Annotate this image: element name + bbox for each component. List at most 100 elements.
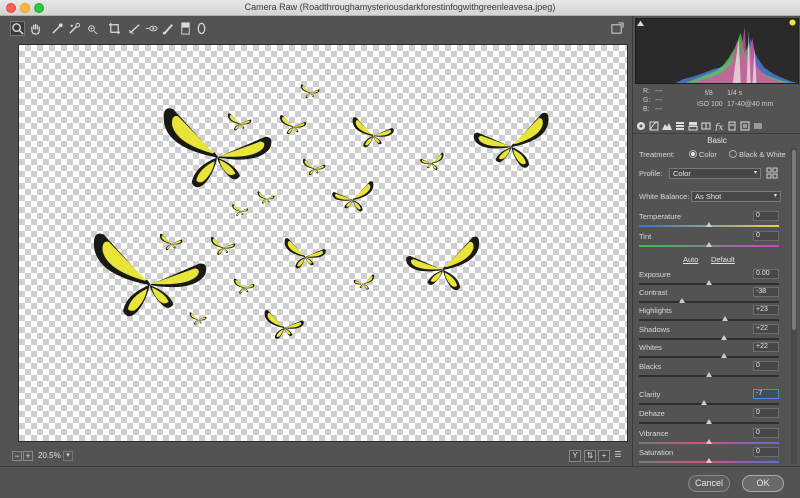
slider-track[interactable] (639, 301, 779, 303)
slider-value-field[interactable]: +23 (753, 305, 779, 315)
toolbar (0, 16, 632, 42)
slider-saturation[interactable]: Saturation 0 (639, 447, 779, 467)
hand-tool[interactable] (28, 21, 43, 36)
copy-settings-button[interactable]: + (598, 450, 610, 462)
sliders-icon: ☰ (614, 450, 622, 459)
hsl-icon (676, 122, 684, 130)
slider-whites[interactable]: Whites +22 (639, 342, 779, 362)
tab-tone-curve[interactable] (648, 120, 660, 132)
slider-value-field[interactable]: -7 (753, 389, 779, 399)
slider-thumb[interactable] (706, 372, 712, 377)
before-after-toggle[interactable]: Y (569, 450, 581, 462)
adjustment-brush-tool[interactable] (161, 21, 176, 36)
slider-label: Clarity (639, 390, 661, 399)
aperture-icon (637, 122, 645, 130)
slider-value-field[interactable]: 0 (753, 428, 779, 438)
tab-effects[interactable]: fx (713, 120, 725, 132)
slider-value-field[interactable]: 0 (753, 361, 779, 371)
slider-blacks[interactable]: Blacks 0 (639, 361, 779, 381)
zoom-tool[interactable] (10, 21, 25, 36)
crop-tool[interactable] (107, 21, 122, 36)
slider-thumb[interactable] (701, 400, 708, 405)
butterfly (189, 312, 207, 325)
slider-value-field[interactable]: 0 (753, 408, 779, 418)
shadow-clipping-warning-icon[interactable] (637, 19, 644, 26)
white-balance-tool[interactable] (50, 21, 65, 36)
scrollbar-thumb[interactable] (792, 150, 796, 330)
treatment-color-radio[interactable]: Color (689, 150, 717, 159)
tab-camera-calibration[interactable] (726, 120, 738, 132)
white-balance-dropdown[interactable]: As Shot ▾ (691, 191, 781, 202)
ok-button[interactable]: OK (742, 475, 784, 492)
highlight-clipping-warning-icon[interactable] (789, 19, 796, 26)
zoom-out-button[interactable]: − (12, 451, 22, 461)
slider-tint[interactable]: Tint 0 (639, 231, 779, 251)
color-sampler-tool[interactable] (67, 21, 82, 36)
default-button[interactable]: Default (711, 255, 735, 264)
slider-highlights[interactable]: Highlights +23 (639, 305, 779, 325)
slider-track[interactable] (639, 338, 779, 340)
slider-thumb[interactable] (721, 353, 728, 358)
section-title: Basic (707, 136, 727, 145)
auto-button[interactable]: Auto (683, 255, 698, 264)
tab-hsl[interactable] (674, 120, 686, 132)
slider-thumb[interactable] (706, 458, 712, 463)
pixel-info: R: --- G: --- B: --- f/8 1/4 s ISO 100 1… (643, 88, 774, 113)
split-toning-icon (688, 122, 698, 131)
treatment-bw-radio[interactable]: Black & White (729, 150, 786, 159)
straighten-tool[interactable] (127, 21, 142, 36)
slider-thumb[interactable] (679, 298, 686, 303)
slider-value-field[interactable]: 0 (753, 447, 779, 457)
slider-track[interactable] (639, 319, 779, 321)
open-preferences-button[interactable] (610, 21, 625, 36)
graduated-filter-tool[interactable] (178, 21, 193, 36)
slider-thumb[interactable] (722, 316, 729, 321)
slider-thumb[interactable] (706, 419, 712, 424)
swap-settings-button[interactable]: ⇅ (584, 450, 596, 462)
preferences-icon (611, 22, 624, 34)
tab-split-toning[interactable] (687, 120, 699, 132)
toggle-settings-button[interactable]: ☰ (612, 450, 624, 462)
slider-clarity[interactable]: Clarity -7 (639, 389, 779, 409)
slider-thumb[interactable] (721, 335, 728, 340)
butterfly (331, 180, 374, 212)
slider-label: Whites (639, 343, 662, 352)
slider-value-field[interactable]: +22 (753, 324, 779, 334)
slider-thumb[interactable] (706, 280, 712, 285)
radial-filter-tool[interactable] (194, 21, 209, 36)
slider-dehaze[interactable]: Dehaze 0 (639, 408, 779, 428)
slider-thumb[interactable] (706, 222, 712, 227)
slider-value-field[interactable]: 0.00 (753, 269, 779, 279)
zoom-dropdown[interactable]: ▾ (63, 451, 73, 461)
butterfly (159, 233, 183, 251)
butterfly (227, 113, 252, 131)
slider-value-field[interactable]: 0 (753, 231, 779, 241)
mountains-icon (662, 123, 672, 130)
slider-vibrance[interactable]: Vibrance 0 (639, 428, 779, 448)
panel-scrollbar[interactable] (791, 148, 797, 464)
adjustment-brush-icon (162, 24, 173, 35)
slider-thumb[interactable] (706, 242, 712, 247)
profile-dropdown[interactable]: Color ▾ (669, 168, 761, 179)
tab-presets[interactable] (739, 120, 751, 132)
tab-detail[interactable] (661, 120, 673, 132)
tab-lens-corrections[interactable] (700, 120, 712, 132)
tab-snapshots[interactable] (752, 120, 764, 132)
slider-track[interactable] (639, 403, 779, 405)
presets-icon (740, 121, 750, 131)
red-eye-tool[interactable] (144, 21, 159, 36)
effects-icon: fx (714, 123, 723, 131)
slider-track[interactable] (639, 356, 779, 358)
slider-value-field[interactable]: 0 (753, 211, 779, 221)
image-preview[interactable] (18, 44, 628, 442)
slider-thumb[interactable] (706, 439, 712, 444)
butterfly (302, 158, 326, 176)
profile-browser-icon[interactable] (766, 167, 778, 179)
slider-value-field[interactable]: -38 (753, 287, 779, 297)
targeted-adjustment-tool[interactable] (84, 21, 99, 36)
tab-basic[interactable] (635, 120, 647, 132)
slider-value-field[interactable]: +22 (753, 342, 779, 352)
slider-temperature[interactable]: Temperature 0 (639, 211, 779, 231)
zoom-in-button[interactable]: + (23, 451, 33, 461)
cancel-button[interactable]: Cancel (688, 475, 730, 492)
